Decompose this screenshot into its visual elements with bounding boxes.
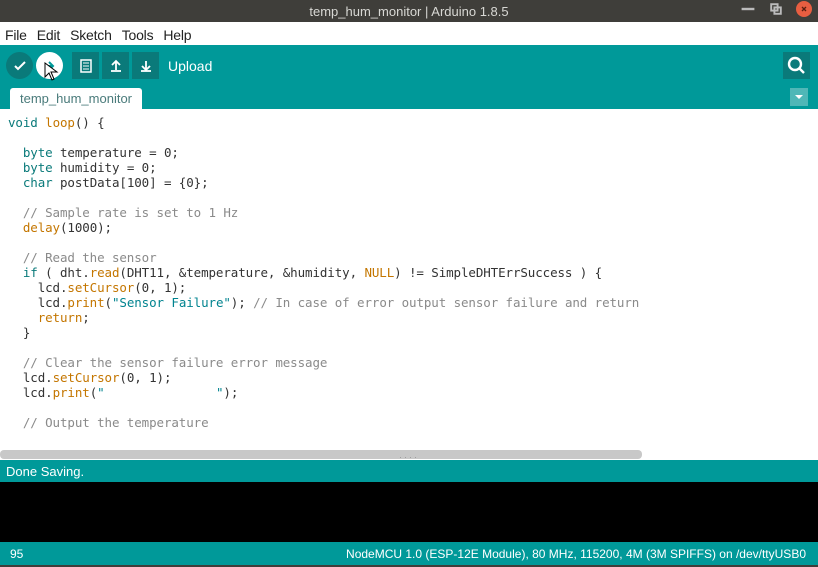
- minimize-button[interactable]: [740, 1, 756, 17]
- upload-button[interactable]: [36, 52, 63, 79]
- menu-file[interactable]: File: [2, 25, 30, 45]
- new-button[interactable]: [72, 52, 99, 79]
- footer-bar: 95 NodeMCU 1.0 (ESP-12E Module), 80 MHz,…: [0, 542, 818, 565]
- line-number: 95: [10, 547, 23, 561]
- menu-edit[interactable]: Edit: [34, 25, 63, 45]
- toolbar-tooltip: Upload: [168, 58, 212, 74]
- open-button[interactable]: [102, 52, 129, 79]
- window-titlebar: temp_hum_monitor | Arduino 1.8.5: [0, 0, 818, 22]
- code-content: void loop() { byte temperature = 0; byte…: [0, 109, 818, 436]
- toolbar: Upload: [0, 45, 818, 86]
- menu-sketch[interactable]: Sketch: [67, 25, 115, 45]
- verify-button[interactable]: [6, 52, 33, 79]
- board-info: NodeMCU 1.0 (ESP-12E Module), 80 MHz, 11…: [346, 547, 806, 561]
- close-button[interactable]: [796, 1, 812, 17]
- console-output[interactable]: [0, 482, 818, 542]
- tab-menu-button[interactable]: [790, 88, 808, 106]
- tab-label: temp_hum_monitor: [20, 91, 132, 106]
- save-button[interactable]: [132, 52, 159, 79]
- menu-help[interactable]: Help: [160, 25, 194, 45]
- serial-monitor-button[interactable]: [783, 52, 810, 79]
- tab-row: temp_hum_monitor: [0, 86, 818, 109]
- resize-handle[interactable]: ····: [399, 452, 419, 460]
- status-bar: Done Saving.: [0, 460, 818, 482]
- status-text: Done Saving.: [6, 464, 84, 479]
- maximize-button[interactable]: [768, 1, 784, 17]
- code-editor[interactable]: void loop() { byte temperature = 0; byte…: [0, 109, 818, 460]
- scrollbar-thumb[interactable]: [0, 450, 642, 459]
- window-controls: [740, 1, 812, 17]
- window-title: temp_hum_monitor | Arduino 1.8.5: [309, 4, 508, 19]
- menubar: File Edit Sketch Tools Help: [0, 22, 818, 45]
- tab-sketch[interactable]: temp_hum_monitor: [10, 88, 142, 109]
- menu-tools[interactable]: Tools: [119, 25, 157, 45]
